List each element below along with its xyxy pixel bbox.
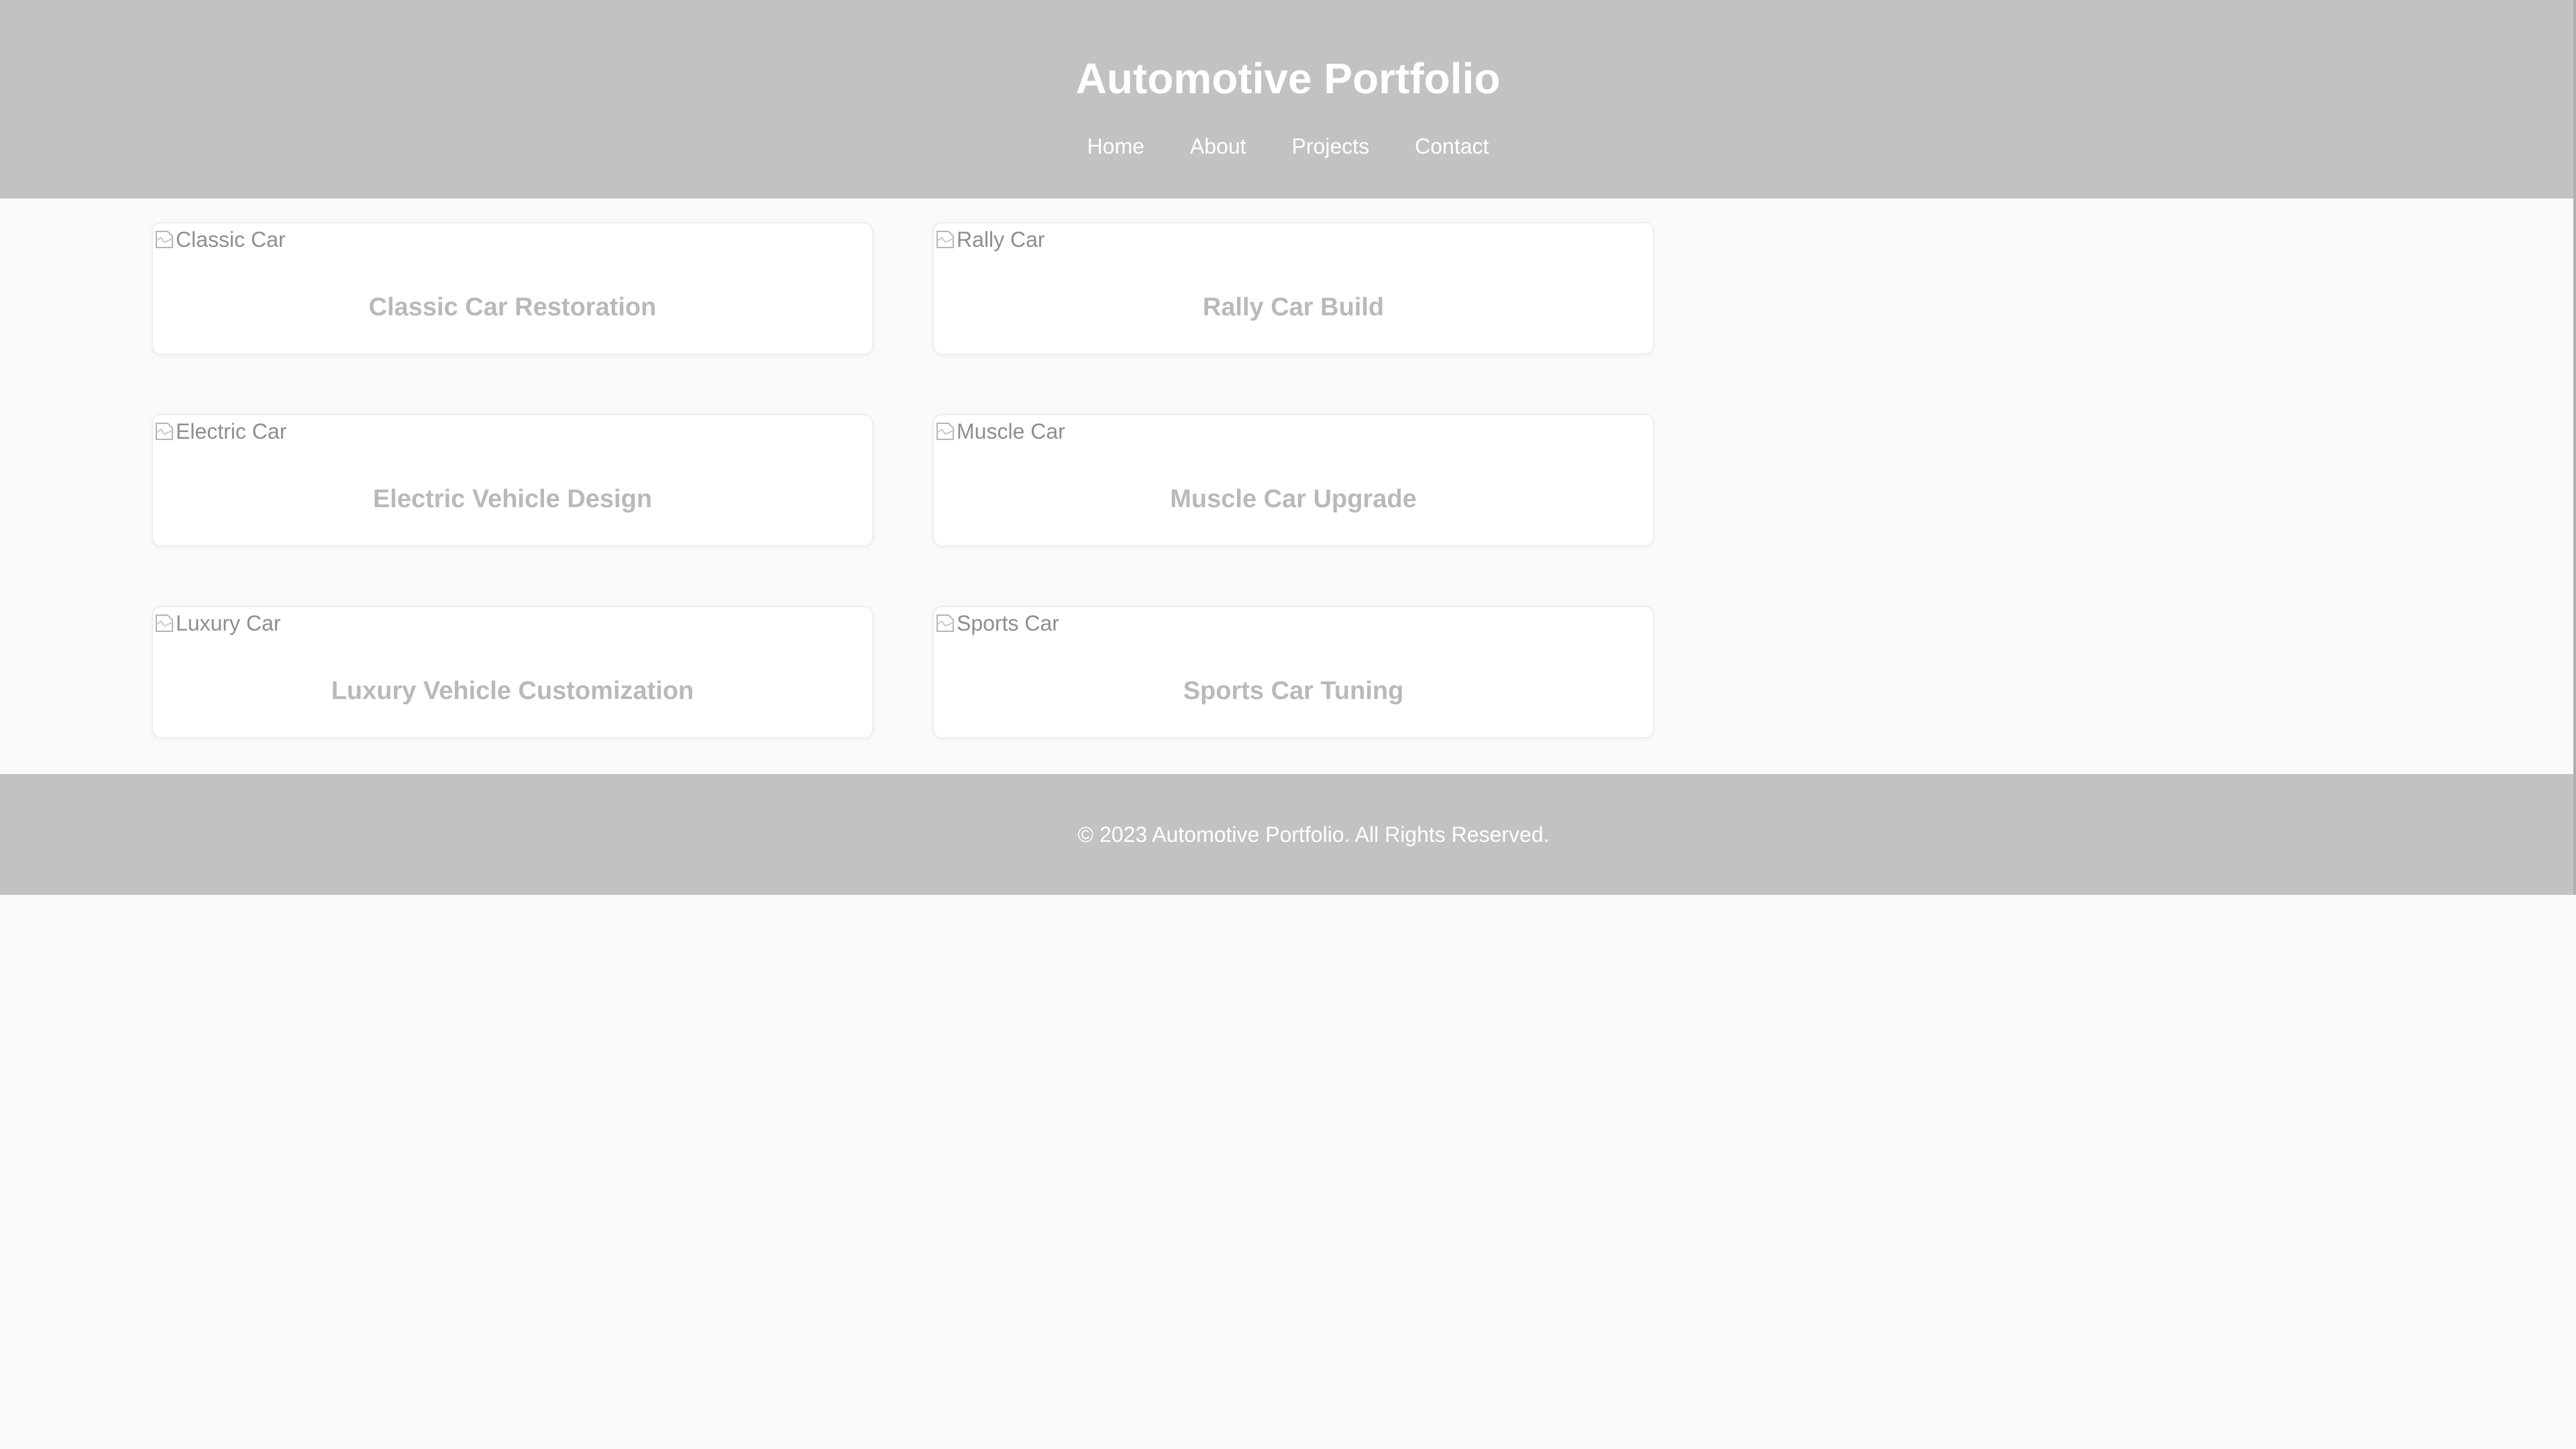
broken-image-icon xyxy=(936,614,954,632)
project-image: Classic Car xyxy=(154,225,286,254)
project-card-sports[interactable]: Sports Car Sports Car Tuning xyxy=(932,606,1654,739)
project-image: Luxury Car xyxy=(154,608,281,638)
project-card-muscle[interactable]: Muscle Car Muscle Car Upgrade xyxy=(932,414,1654,547)
project-card-classic[interactable]: Classic Car Classic Car Restoration xyxy=(152,222,873,355)
site-footer: © 2023 Automotive Portfolio. All Rights … xyxy=(0,774,2576,895)
broken-image-icon xyxy=(936,423,954,440)
project-image: Rally Car xyxy=(935,225,1045,254)
project-title: Rally Car Build xyxy=(1202,293,1385,321)
projects-grid: Classic Car Classic Car Restoration Rall… xyxy=(152,222,1654,739)
main-nav: Home About Projects Contact xyxy=(0,131,2576,161)
project-card-electric[interactable]: Electric Car Electric Vehicle Design xyxy=(152,414,873,547)
project-title: Sports Car Tuning xyxy=(1183,677,1404,705)
project-title: Classic Car Restoration xyxy=(368,293,657,321)
nav-home-link[interactable]: Home xyxy=(1087,131,1144,161)
project-image: Electric Car xyxy=(154,417,286,446)
project-image-alt: Classic Car xyxy=(176,227,286,252)
project-card-rally[interactable]: Rally Car Rally Car Build xyxy=(932,222,1654,355)
nav-about-link[interactable]: About xyxy=(1190,131,1246,161)
project-image-alt: Luxury Car xyxy=(176,611,281,635)
broken-image-icon xyxy=(936,231,954,248)
nav-projects-link[interactable]: Projects xyxy=(1292,131,1370,161)
project-title: Electric Vehicle Design xyxy=(372,485,653,513)
site-title: Automotive Portfolio xyxy=(1075,54,1501,103)
project-image-alt: Sports Car xyxy=(957,611,1059,635)
nav-contact-link[interactable]: Contact xyxy=(1415,131,1489,161)
project-image: Muscle Car xyxy=(935,417,1065,446)
project-image-alt: Rally Car xyxy=(957,227,1045,252)
copyright-text: © 2023 Automotive Portfolio. All Rights … xyxy=(1077,822,1550,847)
broken-image-icon xyxy=(156,423,173,440)
project-image: Sports Car xyxy=(935,608,1059,638)
window-edge xyxy=(2573,0,2576,895)
project-title: Luxury Vehicle Customization xyxy=(331,677,694,705)
broken-image-icon xyxy=(156,614,173,632)
project-image-alt: Electric Car xyxy=(176,419,287,443)
broken-image-icon xyxy=(156,231,173,248)
site-header: Automotive Portfolio Home About Projects… xyxy=(0,0,2576,199)
project-image-alt: Muscle Car xyxy=(957,419,1065,443)
project-card-luxury[interactable]: Luxury Car Luxury Vehicle Customization xyxy=(152,606,873,739)
project-title: Muscle Car Upgrade xyxy=(1170,485,1417,513)
